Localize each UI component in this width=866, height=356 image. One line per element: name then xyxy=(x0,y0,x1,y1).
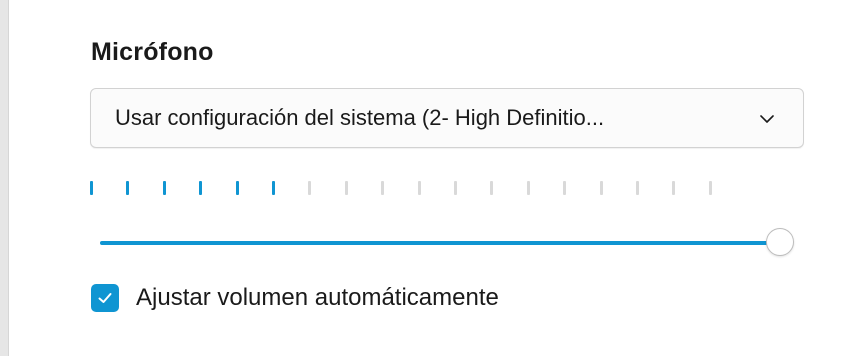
microphone-section-title: Micrófono xyxy=(91,38,214,66)
level-meter-tick-active xyxy=(272,181,275,195)
level-meter-tick-active xyxy=(126,181,129,195)
microphone-volume-slider[interactable] xyxy=(90,225,808,261)
chevron-down-icon xyxy=(760,115,774,123)
level-meter-tick-inactive xyxy=(490,181,493,195)
microphone-level-meter xyxy=(90,181,720,197)
panel-left-divider xyxy=(0,0,9,356)
checkmark-icon xyxy=(98,293,112,303)
level-meter-tick-inactive xyxy=(381,181,384,195)
microphone-settings-panel: Micrófono Usar configuración del sistema… xyxy=(0,0,866,356)
microphone-device-dropdown[interactable]: Usar configuración del sistema (2- High … xyxy=(90,88,804,148)
volume-slider-thumb[interactable] xyxy=(766,228,794,256)
level-meter-tick-active xyxy=(236,181,239,195)
level-meter-tick-inactive xyxy=(418,181,421,195)
microphone-device-selected-value: Usar configuración del sistema (2- High … xyxy=(115,105,605,130)
level-meter-tick-inactive xyxy=(308,181,311,195)
auto-adjust-volume-option[interactable]: Ajustar volumen automáticamente xyxy=(91,282,499,314)
level-meter-tick-active xyxy=(163,181,166,195)
level-meter-tick-inactive xyxy=(709,181,712,195)
level-meter-tick-inactive xyxy=(454,181,457,195)
level-meter-tick-inactive xyxy=(636,181,639,195)
auto-adjust-volume-checkbox[interactable] xyxy=(91,284,119,312)
auto-adjust-volume-label: Ajustar volumen automáticamente xyxy=(136,284,499,311)
level-meter-tick-inactive xyxy=(672,181,675,195)
level-meter-tick-active xyxy=(90,181,93,195)
level-meter-tick-inactive xyxy=(345,181,348,195)
level-meter-tick-inactive xyxy=(563,181,566,195)
level-meter-tick-inactive xyxy=(527,181,530,195)
volume-slider-track[interactable] xyxy=(100,241,780,245)
level-meter-tick-active xyxy=(199,181,202,195)
level-meter-tick-inactive xyxy=(600,181,603,195)
